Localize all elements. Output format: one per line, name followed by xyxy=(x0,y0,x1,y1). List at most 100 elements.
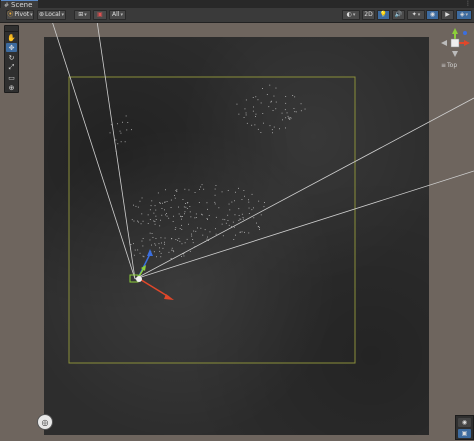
particle-point xyxy=(243,117,245,118)
particle-point xyxy=(289,119,291,120)
particle-point xyxy=(139,252,141,254)
particle-point xyxy=(248,232,250,234)
particle-point xyxy=(181,256,182,257)
particle-point xyxy=(161,208,163,209)
view-label[interactable]: ≡ Top xyxy=(441,62,457,69)
particle-point xyxy=(285,117,287,119)
hand-tool-button[interactable]: ✋ xyxy=(6,33,17,42)
particle-point xyxy=(155,219,157,220)
particle-point xyxy=(138,221,139,223)
particle-point xyxy=(228,203,230,205)
particle-point xyxy=(109,132,111,134)
gizmo-neg-x-cone[interactable] xyxy=(441,40,447,46)
particle-point xyxy=(168,217,170,219)
lighting-toggle-button[interactable]: 💡 xyxy=(377,10,390,20)
draw-mode-dropdown[interactable]: ◐ ▾ xyxy=(342,10,360,20)
chevron-down-icon: ▾ xyxy=(120,12,123,18)
particle-point xyxy=(175,227,177,229)
particle-point xyxy=(288,117,289,119)
particle-point xyxy=(201,213,202,215)
particle-point xyxy=(268,106,270,108)
increment-snap-button[interactable]: ▣ xyxy=(93,10,107,20)
particle-point xyxy=(259,226,260,228)
particle-point xyxy=(292,95,294,96)
gizmo-y-cone[interactable] xyxy=(452,28,458,34)
particle-point xyxy=(252,97,254,98)
particle-point xyxy=(153,220,155,222)
particle-point xyxy=(192,242,194,244)
particle-point xyxy=(201,214,203,216)
gizmo-neg-y-cone[interactable] xyxy=(452,51,458,57)
gizmos-dropdown[interactable]: ◈ ▾ xyxy=(456,10,472,20)
camera-settings-button[interactable]: ▶ xyxy=(441,10,454,20)
particle-point xyxy=(233,226,235,228)
tab-menu-icon[interactable]: ⋮ xyxy=(465,0,471,8)
particle-point xyxy=(198,202,200,203)
transform-tool-button[interactable]: ⊕ xyxy=(6,83,17,92)
particle-point xyxy=(149,239,151,241)
particle-point xyxy=(287,115,289,117)
particle-point xyxy=(153,212,155,214)
all-dropdown[interactable]: All ▾ xyxy=(109,10,126,20)
particle-point xyxy=(253,217,255,219)
particle-point xyxy=(142,238,144,239)
particle-point xyxy=(166,213,167,214)
scene-overlay xyxy=(52,23,474,364)
grid-snap-button[interactable]: ⊞ ▾ xyxy=(74,10,91,20)
particle-point xyxy=(258,200,260,202)
particle-point xyxy=(166,201,168,202)
particle-point xyxy=(251,209,253,211)
particle-point xyxy=(178,238,180,239)
particle-point xyxy=(222,218,224,220)
light-source-icon[interactable] xyxy=(136,276,142,282)
particle-point xyxy=(171,249,173,251)
gizmo-z-cone[interactable] xyxy=(463,31,467,35)
particle-point xyxy=(245,99,247,101)
particle-point xyxy=(207,219,208,220)
rotate-tool-button[interactable]: ↻ xyxy=(6,53,17,62)
particle-point xyxy=(142,255,144,257)
hand-tool-icon: ✋ xyxy=(7,33,16,42)
move-gizmo-z-arrow[interactable] xyxy=(147,249,153,256)
camera-preview-toggle[interactable]: ◎ xyxy=(37,414,53,430)
local-dropdown[interactable]: ⊛ Local ▾ xyxy=(37,10,66,20)
camera-frustum-line xyxy=(134,97,474,280)
scale-tool-button[interactable]: ⤢ xyxy=(6,63,17,72)
gizmo-center-cube[interactable] xyxy=(450,38,460,48)
particle-point xyxy=(281,112,283,114)
pivot-dropdown[interactable]: ⦿ Pivot ▾ xyxy=(6,10,34,20)
particle-point xyxy=(176,189,178,191)
2d-toggle-button[interactable]: 2D xyxy=(362,10,375,20)
particle-point xyxy=(242,217,244,218)
view-camera-button[interactable]: ▣ xyxy=(458,429,471,438)
scene-visibility-button[interactable]: ◉ xyxy=(426,10,439,20)
effects-icon: ✦ xyxy=(411,11,417,18)
scene-viewport[interactable]: ✋ ✥ ↻ ⤢ ▭ ⊕ ≡ Top ◎ ◉ ▣ xyxy=(0,23,474,441)
particle-point xyxy=(204,229,206,231)
particle-point xyxy=(155,238,157,239)
chevron-down-icon: ▾ xyxy=(61,12,65,18)
rect-tool-button[interactable]: ▭ xyxy=(6,73,17,82)
effects-dropdown[interactable]: ✦ ▾ xyxy=(407,10,425,20)
particle-point xyxy=(175,190,177,191)
orbit-view-button[interactable]: ◉ xyxy=(458,418,471,427)
overlay-grip[interactable] xyxy=(5,26,18,32)
particle-point xyxy=(248,201,250,203)
particle-point xyxy=(161,242,162,244)
particle-point xyxy=(159,225,161,227)
gizmo-x-cone[interactable] xyxy=(464,40,470,46)
audio-toggle-button[interactable]: 🔊 xyxy=(392,10,405,20)
particle-point xyxy=(186,208,188,209)
camera-icon: ▶ xyxy=(445,11,450,18)
particle-point xyxy=(285,96,287,97)
particle-point xyxy=(178,213,180,215)
move-tool-button[interactable]: ✥ xyxy=(6,43,17,52)
chevron-down-icon: ▾ xyxy=(84,12,87,18)
particle-point xyxy=(179,228,181,229)
particle-point xyxy=(200,227,202,229)
particle-point xyxy=(207,208,208,210)
particle-point xyxy=(248,199,249,201)
particle-point xyxy=(165,189,166,191)
particle-point xyxy=(178,206,179,208)
move-gizmo-x-axis[interactable] xyxy=(137,277,170,298)
